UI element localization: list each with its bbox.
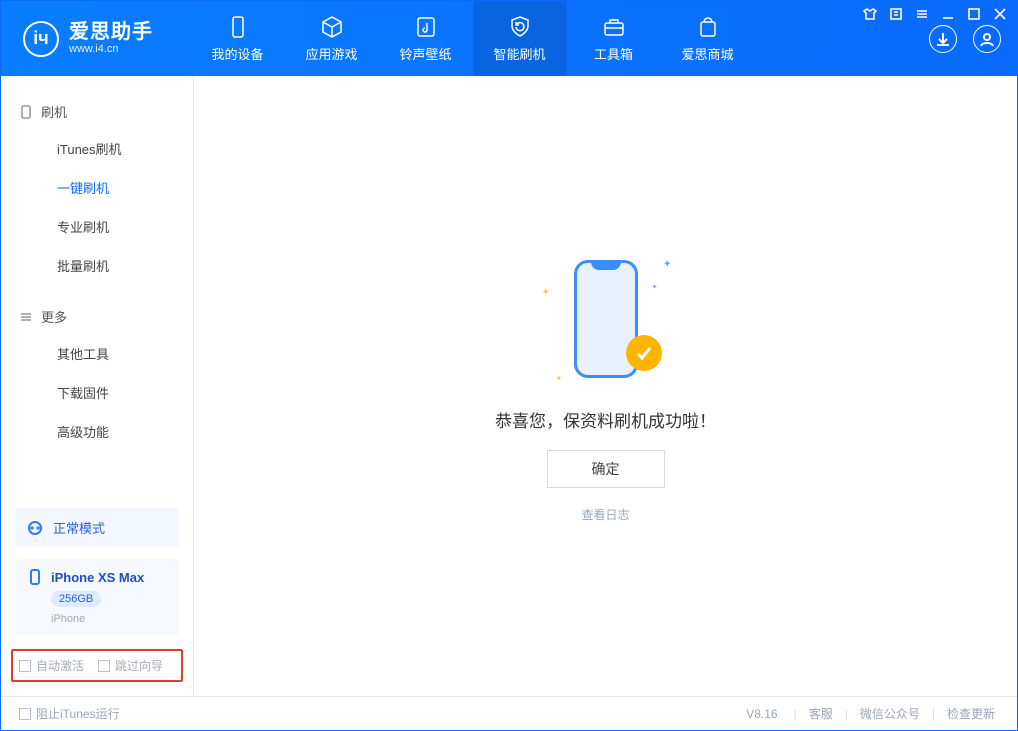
phone-icon	[225, 14, 251, 40]
menu-icon[interactable]	[915, 7, 929, 21]
sidebar-item-download-firmware[interactable]: 下载固件	[1, 373, 193, 412]
nav-label: 智能刷机	[493, 44, 545, 63]
footer-link-wechat[interactable]: 微信公众号	[856, 705, 924, 722]
footer: 阻止iTunes运行 V8.16 | 客服 | 微信公众号 | 检查更新	[1, 696, 1017, 730]
top-nav: 我的设备 应用游戏 铃声壁纸 智能刷机 工具箱 爱思商城	[191, 1, 755, 76]
nav-my-device[interactable]: 我的设备	[191, 1, 285, 76]
nav-label: 我的设备	[211, 44, 263, 63]
device-info-box[interactable]: iPhone XS Max 256GB iPhone	[15, 559, 179, 635]
phone-small-icon	[27, 569, 43, 585]
separator: |	[786, 707, 805, 721]
ok-button[interactable]: 确定	[547, 450, 665, 488]
minimize-icon[interactable]	[941, 7, 955, 21]
sidebar-item-other-tools[interactable]: 其他工具	[1, 334, 193, 373]
window-controls	[863, 7, 1007, 21]
nav-label: 应用游戏	[305, 44, 357, 63]
nav-label: 爱思商城	[681, 44, 733, 63]
flash-options-highlighted: 自动激活 跳过向导	[11, 649, 183, 682]
app-logo: iч 爱思助手 www.i4.cn	[1, 1, 191, 76]
checkbox-icon	[19, 660, 31, 672]
toolbox-icon	[601, 14, 627, 40]
sidebar-section-more: 更多	[1, 299, 193, 334]
store-icon	[695, 14, 721, 40]
maximize-icon[interactable]	[967, 7, 981, 21]
checkbox-icon	[98, 660, 110, 672]
footer-link-support[interactable]: 客服	[805, 705, 837, 722]
sparkle-icon: ✦	[652, 283, 658, 291]
check-badge-icon	[626, 335, 662, 371]
sidebar-item-oneclick-flash[interactable]: 一键刷机	[1, 168, 193, 207]
note-icon[interactable]	[889, 7, 903, 21]
mode-icon	[27, 520, 43, 536]
refresh-shield-icon	[507, 14, 533, 40]
menu-icon	[19, 310, 33, 324]
separator: |	[837, 707, 856, 721]
checkbox-skip-wizard[interactable]: 跳过向导	[98, 657, 163, 674]
app-subtitle: www.i4.cn	[69, 43, 153, 55]
nav-label: 工具箱	[594, 44, 633, 63]
shirt-icon[interactable]	[863, 7, 877, 21]
device-name: iPhone XS Max	[51, 570, 144, 585]
success-illustration: ✦ ✦ ✦ ✦	[536, 249, 676, 389]
checkbox-label: 自动激活	[36, 657, 84, 674]
checkbox-label: 阻止iTunes运行	[36, 705, 120, 722]
checkbox-auto-activate[interactable]: 自动激活	[19, 657, 84, 674]
footer-link-update[interactable]: 检查更新	[943, 705, 999, 722]
separator: |	[924, 707, 943, 721]
sidebar-item-advanced[interactable]: 高级功能	[1, 412, 193, 451]
nav-apps-games[interactable]: 应用游戏	[285, 1, 379, 76]
app-window: iч 爱思助手 www.i4.cn 我的设备 应用游戏 铃声壁纸 智能刷机	[0, 0, 1018, 731]
nav-toolbox[interactable]: 工具箱	[567, 1, 661, 76]
device-capacity: 256GB	[51, 591, 101, 607]
nav-label: 铃声壁纸	[399, 44, 451, 63]
checkbox-icon	[19, 708, 31, 720]
cube-icon	[319, 14, 345, 40]
main-content: ✦ ✦ ✦ ✦ 恭喜您，保资料刷机成功啦！ 确定 查看日志	[194, 76, 1017, 696]
device-mode-box[interactable]: 正常模式	[15, 508, 179, 547]
device-icon	[19, 105, 33, 119]
user-button[interactable]	[973, 25, 1001, 53]
sidebar: 刷机 iTunes刷机 一键刷机 专业刷机 批量刷机 更多 其他工具 下载固件 …	[1, 76, 194, 696]
sidebar-item-batch-flash[interactable]: 批量刷机	[1, 246, 193, 285]
sidebar-item-itunes-flash[interactable]: iTunes刷机	[1, 129, 193, 168]
music-icon	[413, 14, 439, 40]
section-title: 刷机	[41, 102, 67, 121]
logo-mark-icon: iч	[23, 21, 59, 57]
nav-store[interactable]: 爱思商城	[661, 1, 755, 76]
body: 刷机 iTunes刷机 一键刷机 专业刷机 批量刷机 更多 其他工具 下载固件 …	[1, 76, 1017, 696]
sparkle-icon: ✦	[663, 259, 671, 270]
nav-smart-flash[interactable]: 智能刷机	[473, 1, 567, 76]
success-message: 恭喜您，保资料刷机成功啦！	[495, 407, 716, 432]
sparkle-icon: ✦	[556, 374, 563, 383]
sparkle-icon: ✦	[542, 287, 550, 298]
header: iч 爱思助手 www.i4.cn 我的设备 应用游戏 铃声壁纸 智能刷机	[1, 1, 1017, 76]
sidebar-item-pro-flash[interactable]: 专业刷机	[1, 207, 193, 246]
sidebar-section-flash: 刷机	[1, 94, 193, 129]
checkbox-label: 跳过向导	[115, 657, 163, 674]
view-log-link[interactable]: 查看日志	[581, 506, 629, 523]
close-icon[interactable]	[993, 7, 1007, 21]
version-label: V8.16	[746, 707, 785, 721]
download-button[interactable]	[929, 25, 957, 53]
app-title: 爱思助手	[69, 21, 153, 43]
device-type: iPhone	[51, 613, 85, 625]
nav-ringtones[interactable]: 铃声壁纸	[379, 1, 473, 76]
section-title: 更多	[41, 307, 67, 326]
mode-label: 正常模式	[53, 518, 105, 537]
checkbox-block-itunes[interactable]: 阻止iTunes运行	[19, 705, 120, 722]
